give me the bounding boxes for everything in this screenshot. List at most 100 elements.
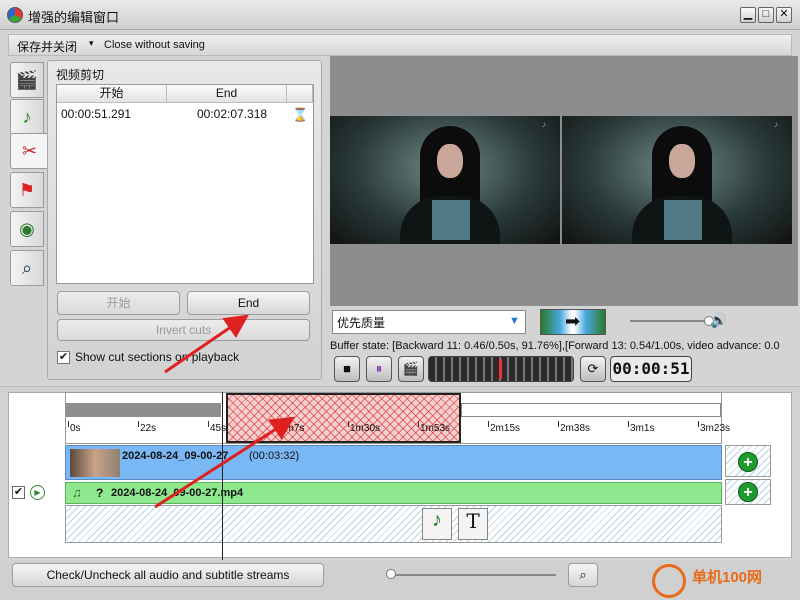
cut-row-start[interactable]: 00:00:51.291 <box>61 107 131 121</box>
clapperboard-icon: 🎬 <box>15 70 39 90</box>
text-add-icon: T <box>466 509 480 533</box>
video-track-name: 2024-08-24_09-00-27 <box>122 450 229 462</box>
add-audio-box: + <box>725 479 771 505</box>
scissors-icon: ✂ <box>21 141 38 161</box>
jog-wheel[interactable] <box>428 356 574 382</box>
ruler-tick-label: 3m23s <box>700 423 731 434</box>
toolbar: 保存并关闭 ▾ Close without saving <box>8 34 792 56</box>
chevron-down-icon[interactable]: ▾ <box>89 38 94 49</box>
music-note-icon: ♪ <box>22 107 32 127</box>
chevron-down-icon[interactable]: ▼ <box>509 315 523 329</box>
volume-slider[interactable] <box>630 320 714 322</box>
arrow-right-icon: ➡ <box>565 311 581 331</box>
effects-tab[interactable]: ◉ <box>10 211 44 247</box>
jog-marker <box>499 359 502 379</box>
stop-icon: ■ <box>343 361 351 376</box>
set-end-button[interactable]: End <box>187 291 310 315</box>
ruler-tick-label: 3m1s <box>630 423 655 434</box>
show-cut-label: Show cut sections on playback <box>75 350 240 364</box>
pause-button[interactable]: ⏸ <box>366 356 392 382</box>
cut-table: 开始 End 00:00:51.291 00:02:07.318 ⌛ <box>56 84 314 284</box>
ruler-tick-mark <box>698 421 699 427</box>
add-video-box: + <box>725 445 771 477</box>
title-bar: 增强的编辑窗口 ▁ □ ✕ <box>0 0 800 30</box>
ruler-tick-label: 22s <box>140 423 157 434</box>
watermark-text: 单机100网 <box>692 569 763 586</box>
ruler-tick-label: 2m38s <box>560 423 591 434</box>
invert-cuts-button[interactable]: Invert cuts <box>57 319 310 341</box>
pause-icon: ⏸ <box>375 361 383 376</box>
ruler-tick-label: 1m7s <box>280 423 305 434</box>
video-track[interactable]: 2024-08-24_09-00-27 (00:03:32) <box>65 445 722 480</box>
save-close-button[interactable]: 保存并关闭 <box>17 38 77 55</box>
audio-row-checkbox[interactable]: ✔ <box>12 486 25 499</box>
maximize-icon[interactable]: □ <box>758 7 774 23</box>
hourglass-icon[interactable]: ⌛ <box>292 107 308 123</box>
time-display: 00:00:51 <box>610 356 692 382</box>
flag-icon: ⚑ <box>18 180 36 200</box>
ruler-tick-label: 1m53s <box>420 423 451 434</box>
quality-select[interactable]: 优先质量 ▼ <box>332 310 526 334</box>
stop-button[interactable]: ■ <box>334 356 360 382</box>
zoom-thumb[interactable] <box>386 569 396 579</box>
audio-track[interactable]: ♫ ? 2024-08-24_09-00-27.mp4 <box>65 482 722 504</box>
audio-track-unknown: ? <box>96 486 104 500</box>
audio-track-name: 2024-08-24_09-00-27.mp4 <box>111 487 244 499</box>
check-all-streams-button[interactable]: Check/Uncheck all audio and subtitle str… <box>12 563 324 587</box>
column-header-extra <box>287 85 313 103</box>
time-ruler[interactable]: 0s 22s 45s 1m7s 1m30s 1m53s 2m15s 2m38s 3m1s 3m23… <box>65 392 730 444</box>
frame-logo: ♪ <box>542 120 546 129</box>
ruler-tick-mark <box>488 421 489 427</box>
column-header-start[interactable]: 开始 <box>57 85 167 103</box>
play-icon[interactable]: ▶ <box>30 485 45 500</box>
playhead[interactable] <box>222 392 223 560</box>
ruler-tick-mark <box>418 421 419 427</box>
music-add-icon: ♪ <box>432 509 442 531</box>
column-header-end[interactable]: End <box>167 85 287 103</box>
minimize-icon[interactable]: ▁ <box>740 7 756 23</box>
zoom-button[interactable]: ⌕ <box>568 563 598 587</box>
show-cut-checkbox[interactable]: ✔ <box>57 351 70 364</box>
add-audio-stream-button[interactable]: + <box>738 482 758 502</box>
preview-frame-original: ♪ <box>330 116 560 244</box>
close-icon[interactable]: ✕ <box>776 7 792 23</box>
zoom-slider[interactable] <box>390 574 556 576</box>
add-video-button[interactable]: + <box>738 452 758 472</box>
ruler-remaining <box>461 403 721 417</box>
empty-track <box>65 505 722 543</box>
video-preview[interactable]: ♪ ♪ <box>330 56 798 306</box>
add-audio-button[interactable]: ♪ <box>422 508 452 540</box>
frame-step-button[interactable]: 🎬 <box>398 356 424 382</box>
video-tab[interactable]: 🎬 <box>10 62 44 98</box>
cut-tab[interactable]: ✂ <box>10 133 48 169</box>
cut-row-end[interactable]: 00:02:07.318 <box>197 107 267 121</box>
split-view-button[interactable]: ➡ <box>540 309 606 335</box>
ruler-tick-label: 1m30s <box>350 423 381 434</box>
close-without-saving-button[interactable]: Close without saving <box>104 39 205 51</box>
audio-tab[interactable]: ♪ <box>10 99 44 135</box>
loop-button[interactable]: ⟳ <box>580 356 606 382</box>
palette-icon: ◉ <box>19 219 35 239</box>
ruler-tick-mark <box>628 421 629 427</box>
ruler-played <box>66 403 221 417</box>
speaker-icon[interactable]: 🔊 <box>710 312 727 329</box>
video-thumbnail <box>70 449 120 477</box>
app-icon <box>7 7 23 23</box>
frame-logo: ♪ <box>774 120 778 129</box>
quality-value: 优先质量 <box>337 316 386 330</box>
buffer-state: Buffer state: [Backward 11: 0.46/0.50s, … <box>330 340 780 352</box>
ruler-tick-mark <box>208 421 209 427</box>
add-text-button[interactable]: T <box>458 508 488 540</box>
loop-icon: ⟳ <box>587 361 599 376</box>
set-start-button[interactable]: 开始 <box>57 291 180 315</box>
ruler-tick-mark <box>348 421 349 427</box>
ruler-tick-mark <box>68 421 69 427</box>
clapperboard-icon: 🎬 <box>402 361 420 376</box>
chapters-tab[interactable]: ⚑ <box>10 172 44 208</box>
preview-tab[interactable]: ⌕ <box>10 250 44 286</box>
ruler-tick-mark <box>138 421 139 427</box>
ruler-tick-mark <box>558 421 559 427</box>
window-title: 增强的编辑窗口 <box>28 10 120 25</box>
cut-region[interactable] <box>226 393 461 443</box>
magnifier-icon: ⌕ <box>21 258 33 278</box>
